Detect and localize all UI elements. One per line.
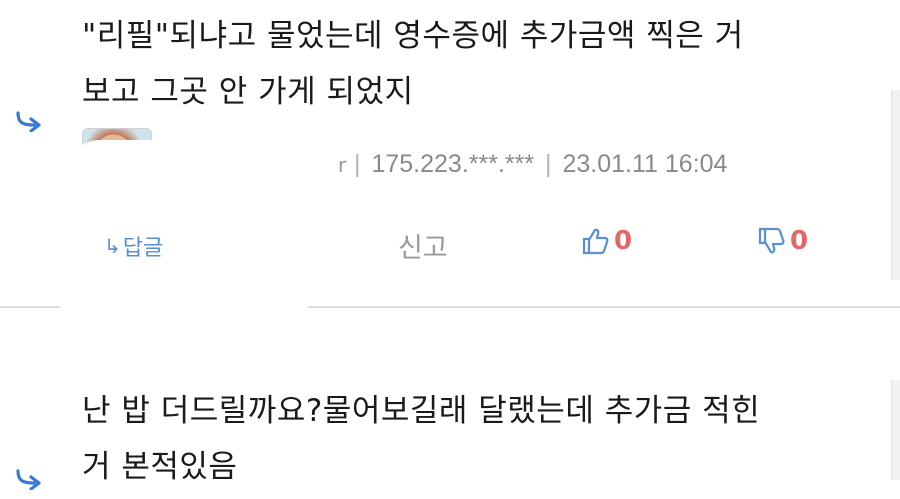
redacted-author (62, 140, 360, 218)
reply-arrow-icon (14, 110, 44, 132)
reply-arrow-icon (14, 468, 44, 490)
dislike-count: 0 (790, 226, 809, 256)
thumbs-down-icon (756, 226, 786, 256)
like-button[interactable]: 0 (580, 226, 632, 256)
author-name-fragment: r (338, 153, 347, 177)
thumbs-up-icon (580, 226, 610, 256)
dislike-button[interactable]: 0 (756, 226, 808, 256)
comment-actions: ↳ 답글 신고 0 0 (0, 224, 900, 268)
comment-text: 난 밥 더드릴까요?물어보길래 달랬는데 추가금 적힌 거 본적있음 (82, 393, 761, 485)
redacted-author (52, 292, 316, 366)
reply-label: 답글 (122, 236, 164, 261)
timestamp: 23.01.11 16:04 (562, 150, 728, 178)
comment-meta: | 175.223.***.*** | 23.01.11 16:04 (354, 150, 728, 178)
scrollbar-track[interactable] (891, 90, 900, 280)
reply-button[interactable]: ↳ 답글 (104, 230, 163, 262)
scrollbar-track[interactable] (891, 380, 900, 480)
like-count: 0 (614, 226, 633, 256)
ip-address: 175.223.***.*** (371, 150, 535, 178)
comment-text: "리필"되냐고 물었는데 영수증에 추가금액 찍은 거 보고 그곳 안 가게 되… (82, 18, 744, 110)
report-button[interactable]: 신고 (398, 226, 448, 265)
reply-small-arrow-icon: ↳ (104, 234, 121, 258)
comment-item: "리필"되냐고 물었는데 영수증에 추가금액 찍은 거 보고 그곳 안 가게 되… (0, 0, 900, 308)
